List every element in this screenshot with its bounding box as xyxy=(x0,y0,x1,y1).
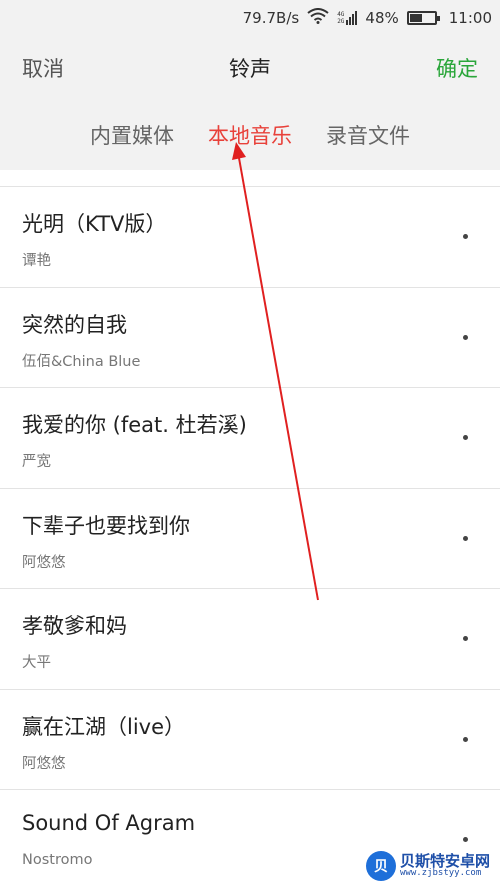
song-artist: 阿悠悠 xyxy=(22,554,66,571)
song-name: 我爱的你 (feat. 杜若溪) xyxy=(22,413,247,437)
radio-dot-icon[interactable] xyxy=(463,837,468,842)
clock: 11:00 xyxy=(448,9,492,27)
signal-icon: 4G 2G xyxy=(337,11,358,25)
radio-dot-icon[interactable] xyxy=(463,334,468,340)
wifi-icon xyxy=(307,8,329,28)
network-type-bottom: 2G xyxy=(337,18,345,25)
song-artist: 大平 xyxy=(22,655,51,671)
battery-percent: 48% xyxy=(365,9,399,27)
cancel-button[interactable]: 取消 xyxy=(22,53,64,83)
status-bar: 79.7B/s 4G 2G 48% 11:00 xyxy=(0,0,500,36)
battery-icon xyxy=(406,11,440,25)
confirm-button[interactable]: 确定 xyxy=(436,53,478,83)
title-bar: 取消 铃声 确定 xyxy=(0,36,500,100)
song-artist: 阿悠悠 xyxy=(22,755,66,772)
song-name: 下辈子也要找到你 xyxy=(22,513,190,538)
song-name: 光明（KTV版） xyxy=(22,212,167,236)
network-type-top: 4G xyxy=(337,11,345,18)
song-artist: 谭艳 xyxy=(22,253,51,269)
radio-dot-icon[interactable] xyxy=(463,636,468,641)
song-name: Sound Of Agram xyxy=(22,811,196,835)
list-item[interactable]: 光明（KTV版） 谭艳 xyxy=(0,187,500,288)
list-item[interactable]: 孝敬爹和妈 大平 xyxy=(0,589,500,690)
song-list: 光明（KTV版） 谭艳 突然的自我 伍佰&China Blue 我爱的你 (fe… xyxy=(0,186,500,889)
watermark-url: www.zjbstyy.com xyxy=(399,868,482,878)
watermark-name: 贝斯特安卓网 xyxy=(399,852,490,870)
network-speed: 79.7B/s xyxy=(242,9,300,27)
radio-dot-icon[interactable] xyxy=(463,234,468,239)
list-item[interactable]: 赢在江湖（live） 阿悠悠 xyxy=(0,690,500,790)
tab-builtin-media[interactable]: 内置媒体 xyxy=(90,120,174,150)
radio-dot-icon[interactable] xyxy=(463,736,468,742)
song-name: 赢在江湖（live） xyxy=(22,714,186,739)
tab-bar: 内置媒体 本地音乐 录音文件 xyxy=(0,100,500,170)
song-artist: 伍佰&China Blue xyxy=(22,353,141,370)
list-item[interactable]: 下辈子也要找到你 阿悠悠 xyxy=(0,489,500,589)
page-title: 铃声 xyxy=(229,57,271,81)
song-artist: Nostromo xyxy=(22,852,93,868)
list-item[interactable]: 我爱的你 (feat. 杜若溪) 严宽 xyxy=(0,388,500,489)
watermark: 贝 贝斯特安卓网 www.zjbstyy.com xyxy=(361,849,494,883)
radio-dot-icon[interactable] xyxy=(463,435,468,440)
tab-local-music[interactable]: 本地音乐 xyxy=(208,120,292,150)
song-name: 突然的自我 xyxy=(22,312,127,337)
tab-recordings[interactable]: 录音文件 xyxy=(326,120,410,150)
song-artist: 严宽 xyxy=(22,454,51,470)
top-area: 79.7B/s 4G 2G 48% 11:00 取消 铃声 确定 内置媒体 本地… xyxy=(0,0,500,170)
song-name: 孝敬爹和妈 xyxy=(22,614,127,638)
radio-dot-icon[interactable] xyxy=(463,535,468,541)
list-item[interactable]: 突然的自我 伍佰&China Blue xyxy=(0,288,500,388)
watermark-logo-icon: 贝 xyxy=(365,851,396,881)
